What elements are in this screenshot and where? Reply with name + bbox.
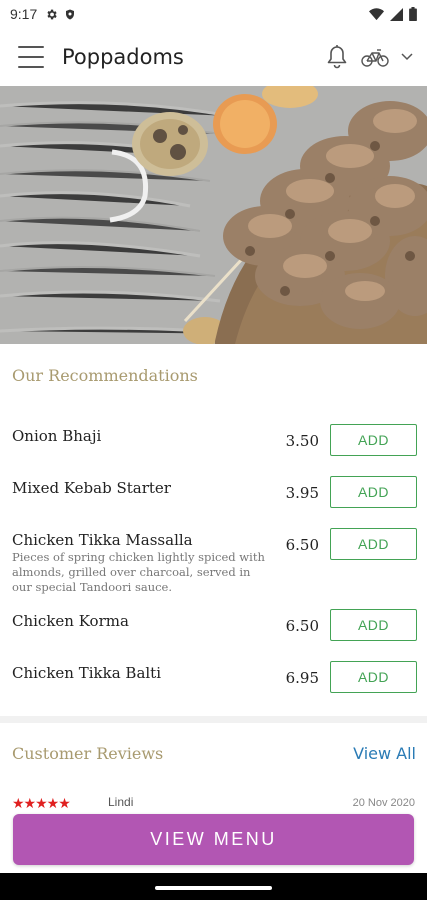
- item-price: 3.95: [285, 484, 319, 502]
- add-button[interactable]: ADD: [330, 424, 417, 456]
- app-bar: Poppadoms: [0, 28, 427, 86]
- item-price: 6.50: [285, 617, 319, 635]
- add-button[interactable]: ADD: [330, 661, 417, 693]
- item-name: Chicken Tikka Massalla: [12, 531, 193, 549]
- reviews-heading: Customer Reviews: [12, 744, 164, 763]
- item-description: Pieces of spring chicken lightly spiced …: [12, 550, 265, 594]
- bicycle-icon[interactable]: [361, 46, 389, 68]
- wifi-icon: [369, 7, 384, 20]
- item-name: Chicken Korma: [12, 612, 129, 630]
- battery-icon: [409, 7, 417, 21]
- reviewer-name: Lindi: [108, 795, 134, 809]
- star-rating: ★★★★★: [12, 795, 71, 811]
- section-divider: [0, 716, 427, 723]
- item-price: 6.50: [285, 536, 319, 554]
- shield-icon: [66, 9, 75, 19]
- add-button[interactable]: ADD: [330, 528, 417, 560]
- item-name: Chicken Tikka Balti: [12, 664, 162, 682]
- view-menu-button[interactable]: VIEW MENU: [13, 814, 414, 865]
- chevron-down-icon[interactable]: [401, 53, 413, 61]
- menu-icon[interactable]: [18, 46, 44, 68]
- bell-icon[interactable]: [325, 44, 349, 70]
- home-gesture-handle[interactable]: [155, 886, 272, 890]
- hero-image: [0, 86, 427, 344]
- page-title: Poppadoms: [62, 45, 184, 69]
- item-name: Mixed Kebab Starter: [12, 479, 171, 497]
- status-time: 9:17: [10, 6, 38, 22]
- status-bar: 9:17: [0, 0, 427, 28]
- signal-icon: [390, 7, 403, 21]
- review-date: 20 Nov 2020: [352, 797, 415, 809]
- view-all-link[interactable]: View All: [353, 744, 416, 763]
- item-price: 3.50: [285, 432, 319, 450]
- item-price: 6.95: [285, 669, 319, 687]
- gear-icon: [47, 9, 57, 19]
- add-button[interactable]: ADD: [330, 476, 417, 508]
- item-name: Onion Bhaji: [12, 427, 102, 445]
- restaurant-screen: 9:17 Poppadoms Our Recommendations Onion…: [0, 0, 427, 900]
- add-button[interactable]: ADD: [330, 609, 417, 641]
- recommendations-heading: Our Recommendations: [12, 366, 198, 385]
